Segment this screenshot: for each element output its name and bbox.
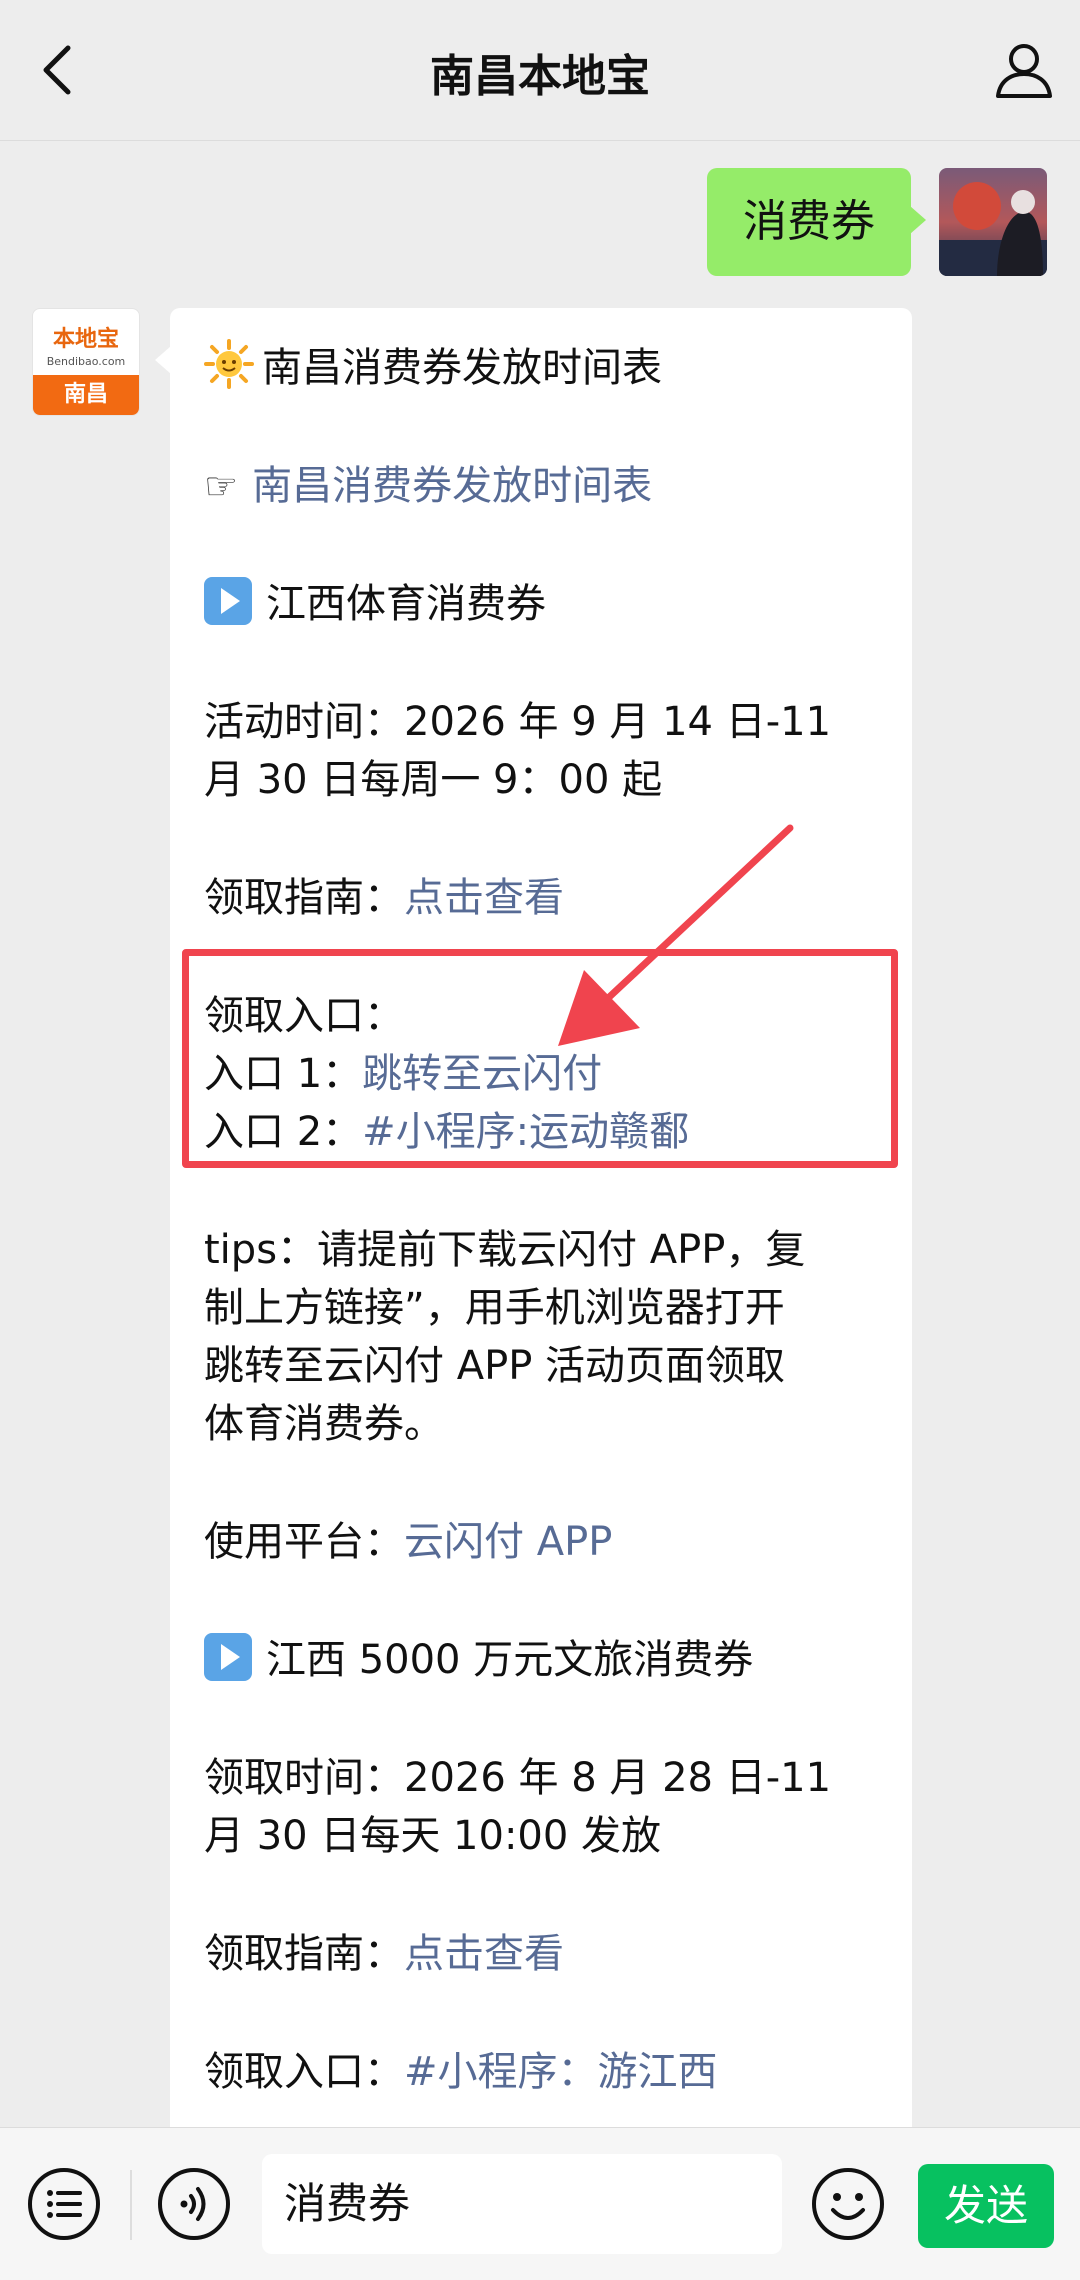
- sport-time-1: 活动时间：2026 年 9 月 14 日-11: [204, 699, 832, 745]
- travel-entry-link[interactable]: #小程序：游江西: [404, 2049, 718, 2095]
- top-bar: 南昌本地宝: [0, 0, 1080, 140]
- platform-label: 使用平台：: [204, 1519, 404, 1565]
- travel-time-2: 月 30 日每天 10:00 发放: [204, 1813, 662, 1859]
- travel-guide-link[interactable]: 点击查看: [404, 1931, 564, 1977]
- divider: [130, 2170, 132, 2240]
- incoming-message: 南昌消费券发放时间表 ☞ 南昌消费券发放时间表 江西体育消费券 活动时间：2026…: [155, 308, 912, 2158]
- schedule-link-line: ☞ 南昌消费券发放时间表: [204, 457, 894, 515]
- avatar-city: 南昌: [33, 375, 139, 415]
- sport-time-2: 月 30 日每周一 9：00 起: [204, 757, 663, 803]
- tips-3: 跳转至云闪付 APP 活动页面领取: [204, 1343, 786, 1389]
- voice-icon[interactable]: [156, 2166, 232, 2242]
- message-title-line: 南昌消费券发放时间表: [204, 339, 894, 397]
- play-icon: [204, 1633, 252, 1681]
- sport-heading-line: 江西体育消费券: [204, 575, 894, 633]
- schedule-link[interactable]: 南昌消费券发放时间表: [252, 463, 652, 509]
- user-icon[interactable]: [992, 38, 1056, 102]
- emoji-icon[interactable]: [810, 2166, 886, 2242]
- message-title: 南昌消费券发放时间表: [262, 345, 662, 391]
- tips-1: tips：请提前下载云闪付 APP，复: [204, 1227, 806, 1273]
- avatar-brand: 本地宝: [52, 327, 119, 352]
- composer-bar: 消费券 发送: [0, 2127, 1080, 2280]
- play-icon: [204, 577, 252, 625]
- arrow-annotation: [558, 824, 794, 1046]
- list-icon[interactable]: [26, 2166, 102, 2242]
- message-input[interactable]: 消费券: [262, 2154, 782, 2254]
- travel-guide-line: 领取指南：点击查看: [204, 1925, 894, 1983]
- platform-link[interactable]: 云闪付 APP: [404, 1519, 612, 1565]
- bot-avatar[interactable]: 本地宝 Bendibao.com 南昌: [32, 308, 140, 416]
- chat-title: 南昌本地宝: [430, 51, 650, 102]
- tips-2: 制上方链接”，用手机浏览器打开: [204, 1285, 785, 1331]
- tips-4: 体育消费券。: [204, 1401, 444, 1447]
- sport-heading: 江西体育消费券: [266, 581, 546, 627]
- platform-line: 使用平台：云闪付 APP: [204, 1513, 894, 1571]
- entry-label: 领取入口：: [204, 2049, 404, 2095]
- divider: [0, 140, 1080, 141]
- guide-label: 领取指南：: [204, 1931, 404, 1977]
- outgoing-message[interactable]: 消费券: [707, 168, 926, 276]
- travel-heading: 江西 5000 万元文旅消费券: [266, 1637, 754, 1683]
- pointing-hand-icon: ☞: [204, 464, 239, 508]
- guide-label: 领取指南：: [204, 875, 404, 921]
- my-avatar[interactable]: [939, 168, 1047, 276]
- send-button[interactable]: 发送: [918, 2164, 1054, 2248]
- travel-entry-line: 领取入口：#小程序：游江西: [204, 2043, 894, 2101]
- travel-heading-line: 江西 5000 万元文旅消费券: [204, 1631, 894, 1689]
- sun-icon: [204, 339, 254, 389]
- travel-time-1: 领取时间：2026 年 8 月 28 日-11: [204, 1755, 832, 1801]
- avatar-site: Bendibao.com: [46, 355, 126, 368]
- avatar-image: [939, 168, 1047, 276]
